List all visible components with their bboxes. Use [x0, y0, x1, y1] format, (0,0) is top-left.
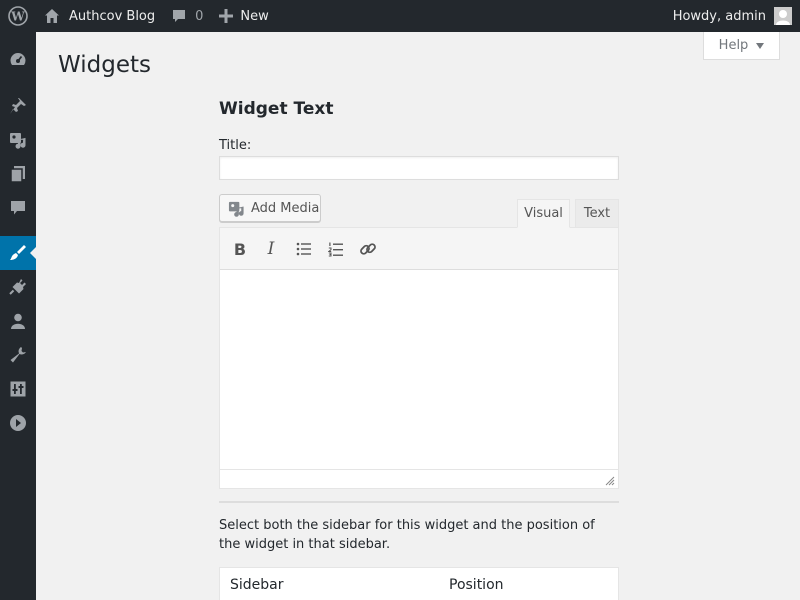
collapse-icon	[10, 415, 26, 431]
settings-icon	[10, 381, 26, 397]
column-header-sidebar: Sidebar	[230, 577, 284, 593]
comments-count: 0	[195, 8, 204, 24]
title-label: Title:	[219, 138, 252, 153]
numbered-list-icon	[328, 242, 343, 256]
pages-icon	[10, 166, 25, 183]
plus-icon	[219, 9, 234, 23]
menu-settings[interactable]	[0, 372, 36, 406]
menu-users[interactable]	[0, 304, 36, 338]
posts-icon	[10, 98, 26, 114]
avatar	[774, 7, 792, 25]
help-tab-button[interactable]: Help	[703, 32, 780, 60]
howdy-greeting: Howdy, admin	[672, 8, 766, 24]
appearance-icon	[10, 245, 26, 260]
new-label: New	[240, 8, 269, 24]
users-icon	[11, 313, 25, 329]
numbered-list-button[interactable]	[323, 236, 349, 262]
site-name-label: Authcov Blog	[69, 8, 156, 24]
avatar-icon	[776, 10, 790, 25]
comments-link[interactable]: 0	[163, 0, 211, 32]
menu-collapse[interactable]	[0, 406, 36, 440]
editor-content-area[interactable]	[220, 270, 618, 469]
editor-statusbar	[220, 469, 618, 488]
bulleted-list-button[interactable]	[291, 236, 317, 262]
site-name-link[interactable]: Authcov Blog	[36, 0, 163, 32]
section-divider	[219, 501, 619, 503]
media-icon	[228, 201, 244, 217]
menu-media[interactable]	[0, 123, 36, 157]
bold-button[interactable]: B	[227, 236, 253, 262]
column-header-position: Position	[449, 577, 504, 593]
admin-menu	[0, 32, 36, 600]
insert-link-button[interactable]	[355, 236, 381, 262]
resize-handle-icon[interactable]	[605, 476, 615, 486]
link-icon	[360, 243, 376, 255]
menu-tools[interactable]	[0, 338, 36, 372]
caret-down-icon	[756, 42, 765, 49]
menu-comments[interactable]	[0, 191, 36, 225]
tab-visual[interactable]: Visual	[517, 199, 570, 228]
tab-text[interactable]: Text	[575, 199, 619, 228]
admin-bar: W Authcov Blog 0 New Howdy, admin	[0, 0, 800, 32]
tools-icon	[10, 347, 26, 363]
new-content-link[interactable]: New	[211, 0, 276, 32]
comment-bubble-icon	[173, 10, 186, 22]
editor-toolbar: B I	[220, 228, 618, 270]
home-icon	[45, 9, 59, 23]
menu-dashboard[interactable]	[0, 43, 36, 77]
sidebar-select-description: Select both the sidebar for this widget …	[219, 518, 595, 552]
media-icon	[10, 133, 26, 149]
title-input[interactable]	[219, 156, 619, 180]
comments-icon	[11, 201, 25, 215]
sidebar-position-table: Sidebar Position	[219, 567, 619, 600]
add-media-button[interactable]: Add Media	[219, 194, 321, 222]
add-media-label: Add Media	[251, 200, 320, 216]
text-editor: B I	[219, 227, 619, 489]
plugins-icon	[9, 279, 26, 295]
widget-heading: Widget Text	[219, 99, 334, 119]
italic-button[interactable]: I	[258, 236, 284, 262]
account-menu[interactable]: Howdy, admin	[673, 0, 800, 32]
help-label: Help	[718, 38, 749, 53]
wordpress-logo-button[interactable]: W	[0, 0, 36, 32]
menu-plugins[interactable]	[0, 270, 36, 304]
svg-text:W: W	[10, 10, 25, 24]
bulleted-list-icon	[296, 242, 311, 256]
dashboard-icon	[10, 53, 26, 65]
menu-appearance[interactable]	[0, 236, 36, 270]
wordpress-logo-icon: W	[8, 6, 28, 26]
menu-posts[interactable]	[0, 89, 36, 123]
page-title: Widgets	[58, 52, 151, 78]
menu-pages[interactable]	[0, 157, 36, 191]
